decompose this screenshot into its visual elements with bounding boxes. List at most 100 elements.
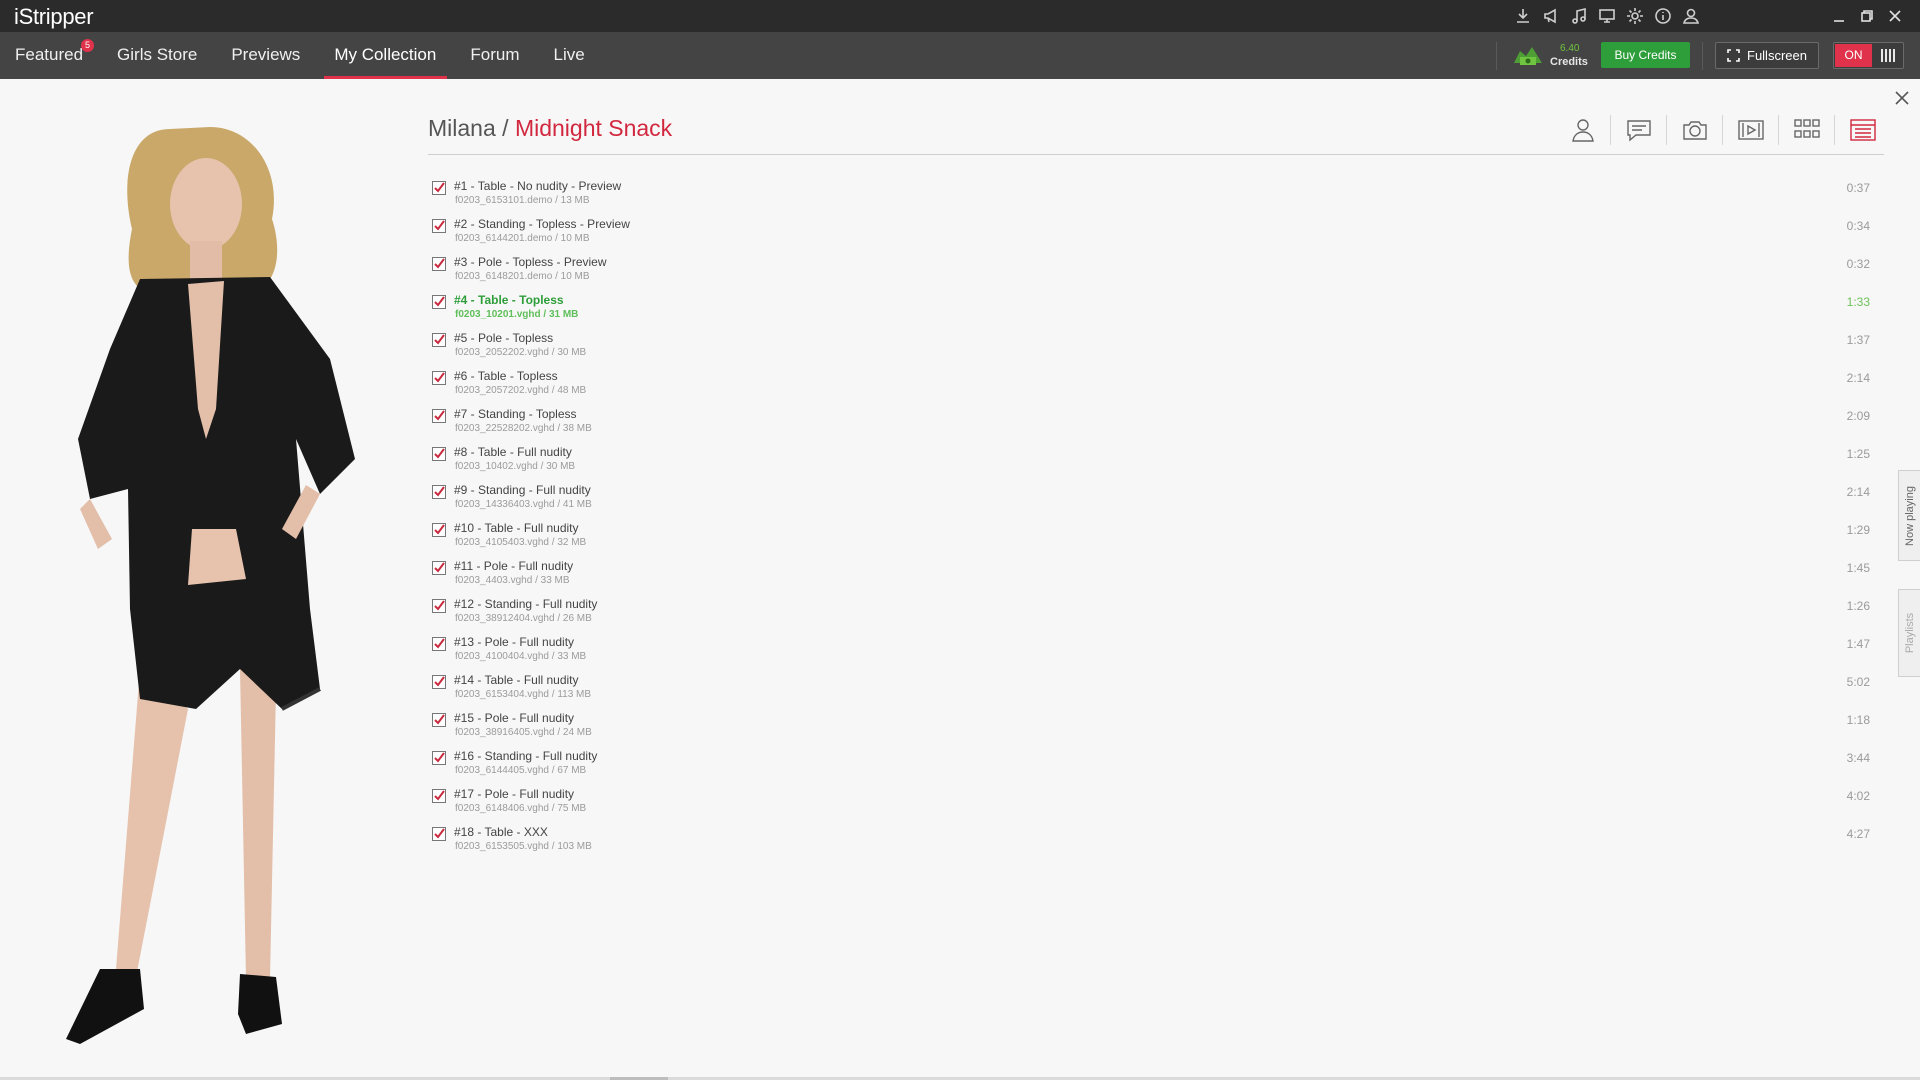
clip-title[interactable]: #4 - Table - Topless [454, 293, 564, 307]
clip-file-info: f0203_10201.vghd / 31 MB [455, 309, 579, 320]
clip-title[interactable]: #13 - Pole - Full nudity [454, 635, 574, 649]
clip-row[interactable]: #11 - Pole - Full nudity f0203_4403.vghd … [430, 559, 1874, 597]
clip-title[interactable]: #9 - Standing - Full nudity [454, 483, 591, 497]
fullscreen-button[interactable]: Fullscreen [1715, 42, 1819, 69]
restore-icon[interactable] [1856, 5, 1878, 27]
clip-checkbox[interactable] [432, 409, 446, 423]
clip-duration: 2:14 [1846, 371, 1870, 385]
camera-icon[interactable] [1667, 115, 1723, 145]
nav-bar: Featured Girls Store Previews My Collect… [0, 32, 1920, 79]
clip-row[interactable]: #6 - Table - Topless f0203_2057202.vghd /… [430, 369, 1874, 407]
clip-title[interactable]: #11 - Pole - Full nudity [454, 559, 573, 573]
clip-row[interactable]: #5 - Pole - Topless f0203_2052202.vghd / … [430, 331, 1874, 369]
check-icon [434, 448, 445, 459]
playlists-tab[interactable]: Playlists [1898, 589, 1920, 677]
clip-title[interactable]: #14 - Table - Full nudity [454, 673, 579, 687]
clip-row[interactable]: #1 - Table - No nudity - Preview f0203_61… [430, 179, 1874, 217]
clip-checkbox[interactable] [432, 333, 446, 347]
download-icon[interactable] [1512, 5, 1534, 27]
clip-duration: 0:37 [1846, 181, 1870, 195]
profile-icon[interactable] [1555, 115, 1611, 145]
clip-checkbox[interactable] [432, 751, 446, 765]
clip-title[interactable]: #16 - Standing - Full nudity [454, 749, 597, 763]
tab-live[interactable]: Live [536, 32, 601, 79]
cards-icon[interactable] [1835, 115, 1891, 145]
clip-checkbox[interactable] [432, 637, 446, 651]
clip-checkbox[interactable] [432, 181, 446, 195]
title-separator: / [495, 115, 515, 141]
clip-row[interactable]: #8 - Table - Full nudity f0203_10402.vghd… [430, 445, 1874, 483]
clip-checkbox[interactable] [432, 713, 446, 727]
clip-checkbox[interactable] [432, 523, 446, 537]
close-panel-icon[interactable] [1894, 90, 1910, 106]
tab-previews[interactable]: Previews [214, 32, 317, 79]
credits-display[interactable]: 6.40 Credits [1512, 41, 1596, 71]
clip-row[interactable]: #18 - Table - XXX f0203_6153505.vghd / 10… [430, 825, 1874, 863]
now-playing-tab[interactable]: Now playing [1898, 470, 1920, 561]
clip-title[interactable]: #8 - Table - Full nudity [454, 445, 572, 459]
clip-title[interactable]: #6 - Table - Topless [454, 369, 558, 383]
app-logo: iStripper [14, 4, 94, 29]
clip-row[interactable]: #9 - Standing - Full nudity f0203_1433640… [430, 483, 1874, 521]
clip-row[interactable]: #7 - Standing - Topless f0203_22528202.vg… [430, 407, 1874, 445]
clip-title[interactable]: #12 - Standing - Full nudity [454, 597, 597, 611]
display-icon[interactable] [1596, 5, 1618, 27]
clip-file-info: f0203_22528202.vghd / 38 MB [455, 423, 592, 434]
clip-row[interactable]: #10 - Table - Full nudity f0203_4105403.v… [430, 521, 1874, 559]
tab-forum[interactable]: Forum [453, 32, 536, 79]
scene-title: Milana / Midnight Snack [428, 115, 672, 142]
clip-row[interactable]: #17 - Pole - Full nudity f0203_6148406.vg… [430, 787, 1874, 825]
clip-title[interactable]: #17 - Pole - Full nudity [454, 787, 574, 801]
tab-my-collection[interactable]: My Collection [317, 32, 453, 79]
user-icon[interactable] [1680, 5, 1702, 27]
clip-checkbox[interactable] [432, 827, 446, 841]
clip-row[interactable]: #3 - Pole - Topless - Preview f0203_61482… [430, 255, 1874, 293]
check-icon [434, 790, 445, 801]
clip-checkbox[interactable] [432, 219, 446, 233]
clip-title[interactable]: #5 - Pole - Topless [454, 331, 553, 345]
clip-checkbox[interactable] [432, 789, 446, 803]
grid-icon[interactable] [1779, 115, 1835, 145]
close-icon[interactable] [1884, 5, 1906, 27]
clip-checkbox[interactable] [432, 447, 446, 461]
clip-title[interactable]: #15 - Pole - Full nudity [454, 711, 574, 725]
comments-icon[interactable] [1611, 115, 1667, 145]
desktop-toggle[interactable]: ON [1833, 42, 1904, 69]
model-name[interactable]: Milana [428, 115, 496, 141]
clip-row[interactable]: #12 - Standing - Full nudity f0203_389124… [430, 597, 1874, 635]
tab-girls-store[interactable]: Girls Store [103, 32, 214, 79]
clip-row[interactable]: #4 - Table - Topless f0203_10201.vghd / 3… [430, 293, 1874, 331]
clip-title[interactable]: #1 - Table - No nudity - Preview [454, 179, 621, 193]
info-icon[interactable] [1652, 5, 1674, 27]
clip-checkbox[interactable] [432, 561, 446, 575]
check-icon [434, 524, 445, 535]
video-icon[interactable] [1723, 115, 1779, 145]
clip-checkbox[interactable] [432, 257, 446, 271]
clip-title[interactable]: #10 - Table - Full nudity [454, 521, 579, 535]
clip-checkbox[interactable] [432, 485, 446, 499]
clip-file-info: f0203_10402.vghd / 30 MB [455, 461, 576, 472]
clip-file-info: f0203_4105403.vghd / 32 MB [455, 537, 587, 548]
clip-file-info: f0203_6148406.vghd / 75 MB [455, 803, 587, 814]
clip-file-info: f0203_2057202.vghd / 48 MB [455, 385, 587, 396]
settings-icon[interactable] [1624, 5, 1646, 27]
clip-row[interactable]: #15 - Pole - Full nudity f0203_38916405.v… [430, 711, 1874, 749]
clip-checkbox[interactable] [432, 295, 446, 309]
clip-title[interactable]: #3 - Pole - Topless - Preview [454, 255, 607, 269]
buy-credits-button[interactable]: Buy Credits [1601, 42, 1690, 68]
minimize-icon[interactable] [1828, 5, 1850, 27]
clip-checkbox[interactable] [432, 675, 446, 689]
announcement-icon[interactable] [1540, 5, 1562, 27]
clip-title[interactable]: #7 - Standing - Topless [454, 407, 577, 421]
clip-row[interactable]: #2 - Standing - Topless - Preview f0203_6… [430, 217, 1874, 255]
check-icon [434, 372, 445, 383]
check-icon [434, 486, 445, 497]
music-icon[interactable] [1568, 5, 1590, 27]
clip-row[interactable]: #13 - Pole - Full nudity f0203_4100404.vg… [430, 635, 1874, 673]
clip-checkbox[interactable] [432, 371, 446, 385]
clip-title[interactable]: #2 - Standing - Topless - Preview [454, 217, 630, 231]
clip-row[interactable]: #16 - Standing - Full nudity f0203_614440… [430, 749, 1874, 787]
clip-checkbox[interactable] [432, 599, 446, 613]
clip-row[interactable]: #14 - Table - Full nudity f0203_6153404.v… [430, 673, 1874, 711]
clip-title[interactable]: #18 - Table - XXX [454, 825, 548, 839]
